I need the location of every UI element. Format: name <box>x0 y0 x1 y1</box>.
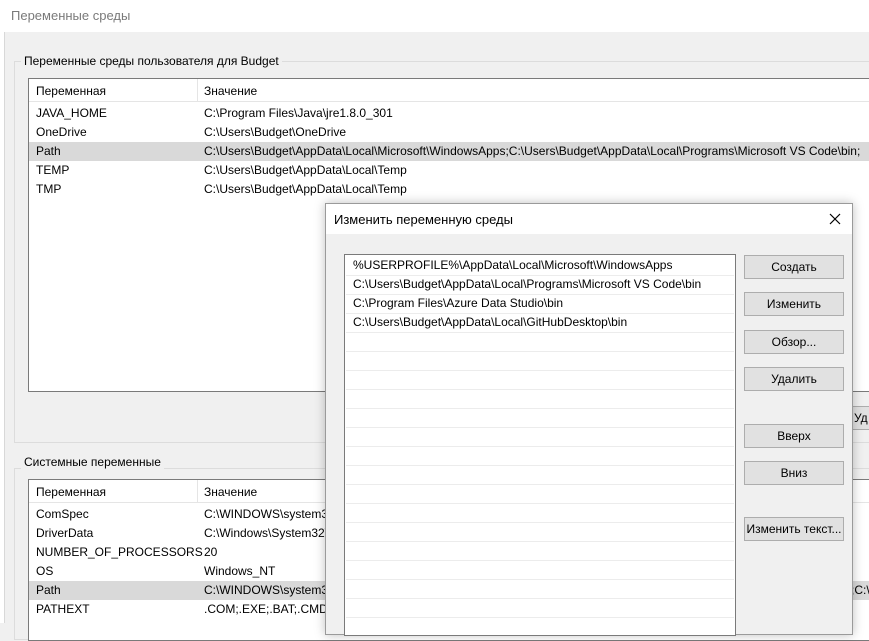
column-header-value[interactable]: Значение <box>204 485 257 499</box>
list-item[interactable] <box>346 541 734 561</box>
variable-name: OS <box>36 564 54 578</box>
path-entry-text: C:\Users\Budget\AppData\Local\GitHubDesk… <box>353 315 628 329</box>
list-item[interactable] <box>346 446 734 466</box>
list-item[interactable]: C:\Program Files\Azure Data Studio\bin <box>346 294 734 314</box>
close-icon[interactable] <box>823 207 847 231</box>
user-delete-button-label: Уд <box>854 411 868 425</box>
variable-value: .COM;.EXE;.BAT;.CMD;. <box>204 602 335 616</box>
move-up-button[interactable]: Вверх <box>744 424 844 448</box>
list-item[interactable] <box>346 332 734 352</box>
edit-variable-dialog: Изменить переменную среды %USERPROFILE%\… <box>325 203 853 636</box>
new-button[interactable]: Создать <box>744 255 844 279</box>
system-variables-group-title: Системные переменные <box>21 455 164 469</box>
table-row[interactable]: JAVA_HOME C:\Program Files\Java\jre1.8.0… <box>29 104 869 123</box>
list-item[interactable]: C:\Users\Budget\AppData\Local\GitHubDesk… <box>346 313 734 333</box>
variable-value: C:\Users\Budget\AppData\Local\Microsoft\… <box>204 144 861 158</box>
path-entry-text: C:\Program Files\Azure Data Studio\bin <box>353 296 564 310</box>
table-row-selected[interactable]: Path C:\Users\Budget\AppData\Local\Micro… <box>29 142 869 161</box>
list-item[interactable]: %USERPROFILE%\AppData\Local\Microsoft\Wi… <box>346 256 734 276</box>
variable-name: TMP <box>36 182 62 196</box>
table-row[interactable]: TMP C:\Users\Budget\AppData\Local\Temp <box>29 180 869 199</box>
variable-name: JAVA_HOME <box>36 106 107 120</box>
variable-name: TEMP <box>36 163 70 177</box>
variable-value: C:\Users\Budget\AppData\Local\Temp <box>204 163 407 177</box>
variable-name: Path <box>36 144 61 158</box>
variable-value: C:\Users\Budget\OneDrive <box>204 125 347 139</box>
variable-value: 20 <box>204 545 218 559</box>
list-item[interactable]: C:\Users\Budget\AppData\Local\Programs\M… <box>346 275 734 295</box>
variable-name: DriverData <box>36 526 94 540</box>
table-row[interactable]: OneDrive C:\Users\Budget\OneDrive <box>29 123 869 142</box>
variable-name: ComSpec <box>36 507 89 521</box>
path-entries-list[interactable]: %USERPROFILE%\AppData\Local\Microsoft\Wi… <box>344 254 736 636</box>
path-entry-text: C:\Users\Budget\AppData\Local\Programs\M… <box>353 277 702 291</box>
variable-name: PATHEXT <box>36 602 90 616</box>
variable-value: C:\WINDOWS\system3 <box>204 507 329 521</box>
list-item[interactable] <box>346 598 734 618</box>
delete-button[interactable]: Удалить <box>744 367 844 391</box>
table-row[interactable]: TEMP C:\Users\Budget\AppData\Local\Temp <box>29 161 869 180</box>
user-variables-header: Переменная Значение <box>29 79 869 102</box>
column-separator[interactable] <box>197 480 198 502</box>
path-entry-text: %USERPROFILE%\AppData\Local\Microsoft\Wi… <box>353 258 673 272</box>
move-down-button[interactable]: Вниз <box>744 461 844 485</box>
list-item[interactable] <box>346 503 734 523</box>
variable-value: Windows_NT <box>204 564 276 578</box>
list-item[interactable] <box>346 522 734 542</box>
list-item[interactable] <box>346 370 734 390</box>
list-item[interactable] <box>346 484 734 504</box>
list-item[interactable] <box>346 560 734 580</box>
variable-name: OneDrive <box>36 125 87 139</box>
list-item[interactable] <box>346 389 734 409</box>
variable-value: C:\WINDOWS\system3 <box>204 583 329 597</box>
variable-value: C:\Users\Budget\AppData\Local\Temp <box>204 182 407 196</box>
main-window-title: Переменные среды <box>11 8 131 23</box>
user-variables-group-title: Переменные среды пользователя для Budget <box>21 54 282 68</box>
column-separator[interactable] <box>197 79 198 101</box>
dialog-title-bar[interactable]: Изменить переменную среды <box>326 204 852 234</box>
edit-text-button[interactable]: Изменить текст... <box>744 517 844 541</box>
column-header-variable[interactable]: Переменная <box>36 485 106 499</box>
browse-button[interactable]: Обзор... <box>744 330 844 354</box>
variable-name: Path <box>36 583 61 597</box>
list-item[interactable] <box>346 351 734 371</box>
variable-name: NUMBER_OF_PROCESSORS <box>36 545 203 559</box>
edit-button[interactable]: Изменить <box>744 292 844 316</box>
column-header-value[interactable]: Значение <box>204 84 257 98</box>
list-item[interactable] <box>346 408 734 428</box>
variable-value: C:\Program Files\Java\jre1.8.0_301 <box>204 106 393 120</box>
variable-value-tail: ;C:\ <box>851 583 869 597</box>
main-title-bar: Переменные среды <box>0 0 869 32</box>
dialog-title: Изменить переменную среды <box>334 212 513 227</box>
list-item[interactable] <box>346 427 734 447</box>
variable-value: C:\Windows\System32\ <box>204 526 329 540</box>
list-item[interactable] <box>346 579 734 599</box>
list-item[interactable] <box>346 465 734 485</box>
column-header-variable[interactable]: Переменная <box>36 84 106 98</box>
left-edge-strip <box>0 32 5 623</box>
